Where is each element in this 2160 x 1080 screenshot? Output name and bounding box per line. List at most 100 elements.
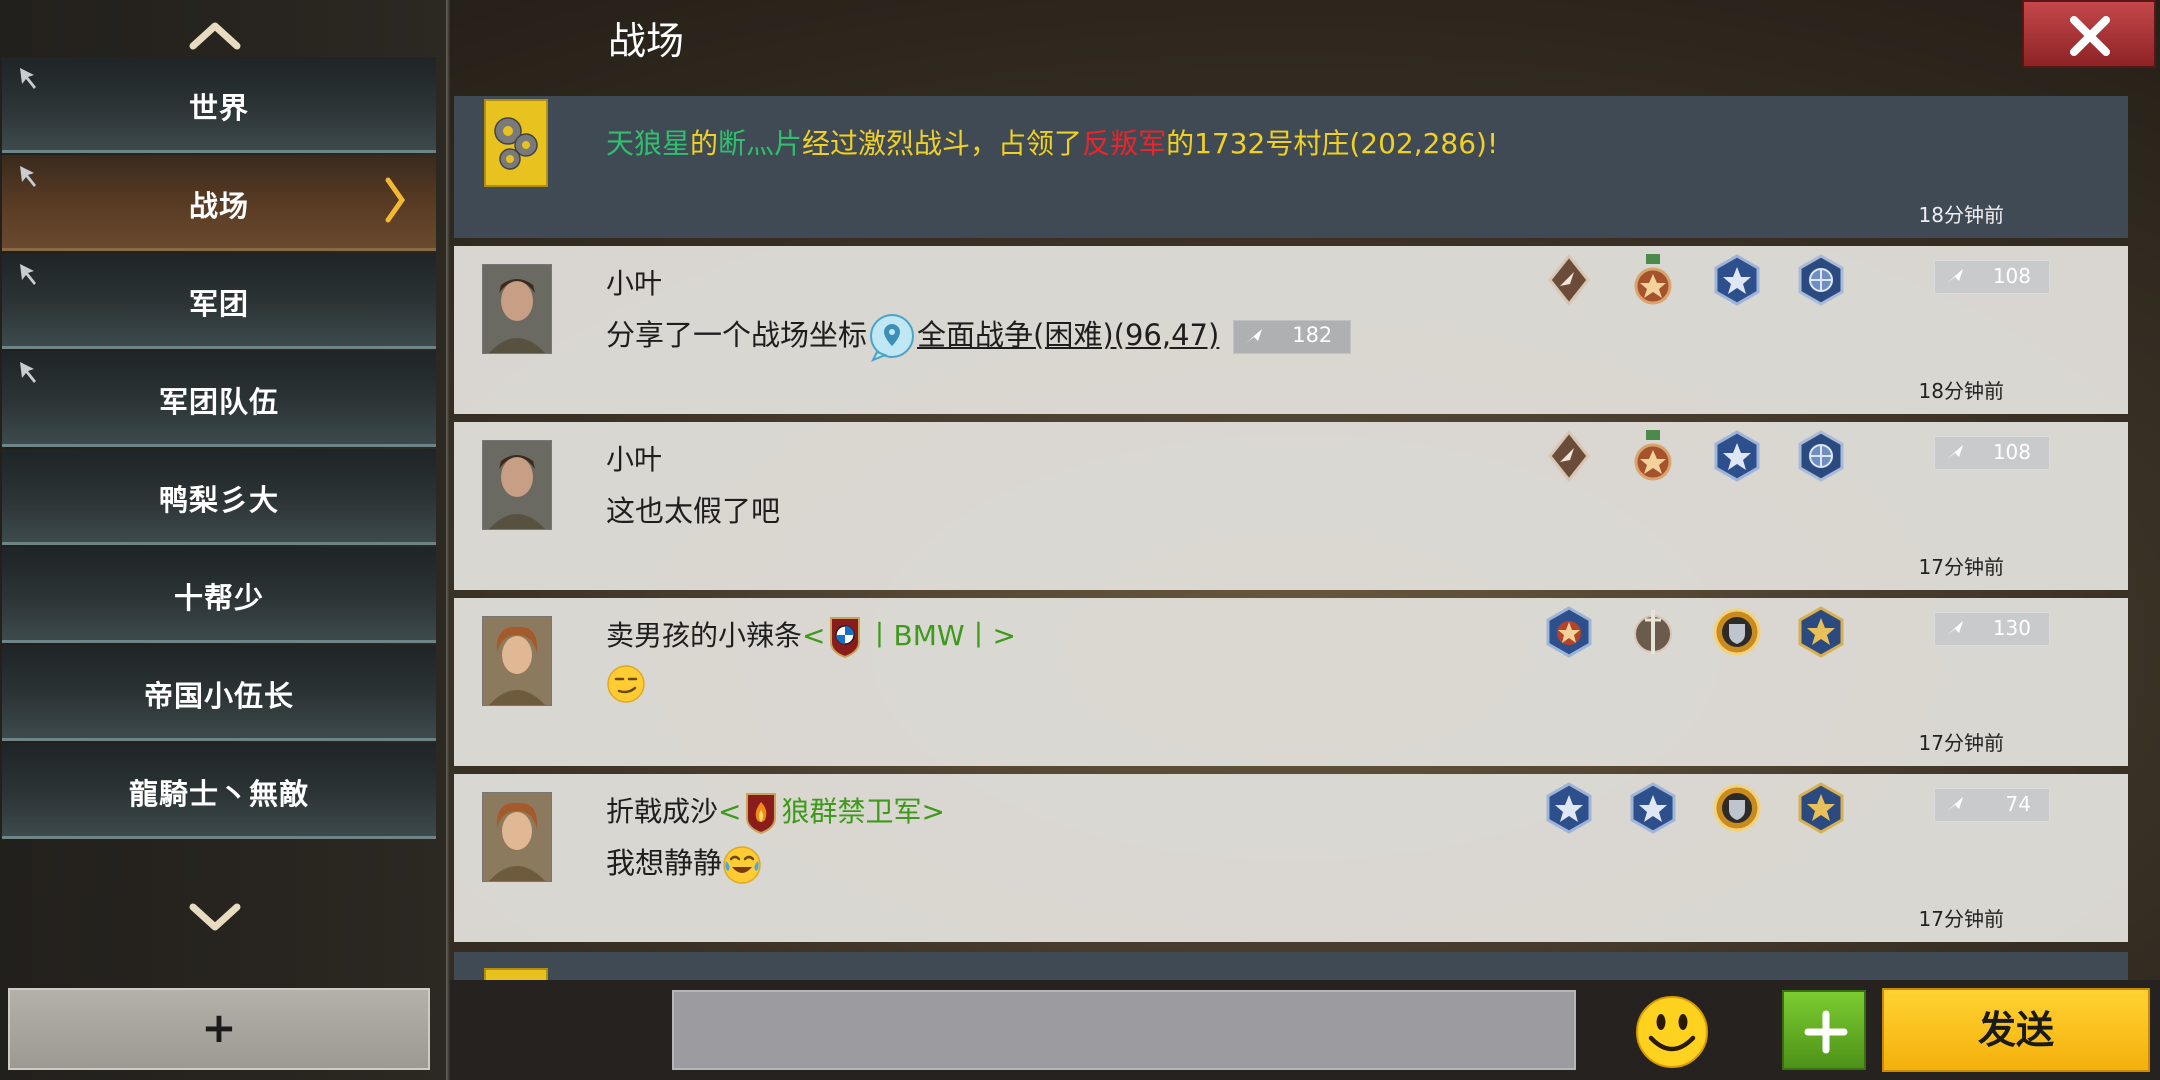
sender-name[interactable]: 折戟成沙< 狼群禁卫军>: [606, 790, 945, 834]
message-list[interactable]: 天狼星的断灬片经过激烈战斗，占领了反叛军的1732号村庄(202,286)! 1…: [454, 96, 2128, 974]
alliance-shield-icon: [746, 793, 777, 834]
system-message-text: 天狼星的断灬片经过激烈战斗，占领了反叛军的1732号村庄(202,286)!: [606, 122, 1498, 162]
channel-label: 世界: [188, 91, 249, 125]
more-options-button[interactable]: [1782, 990, 1866, 1070]
system-message-partial: [454, 952, 2128, 988]
chat-input[interactable]: [672, 990, 1576, 1070]
bronze-star-medal-icon[interactable]: [1628, 254, 1678, 306]
channel-label: 军团队伍: [158, 385, 279, 419]
gold-eagle-medal-icon[interactable]: [1796, 606, 1846, 658]
blue-eagle-medal-icon[interactable]: [1796, 254, 1846, 306]
rank-arrow-icon: [1947, 445, 1963, 459]
emoji-button[interactable]: [1634, 994, 1710, 1070]
alliance-name[interactable]: 丨BMW丨>: [865, 619, 1016, 652]
scroll-up-chevron-icon[interactable]: [189, 20, 241, 50]
timestamp: 18分钟前: [1918, 379, 2004, 403]
medal-row: [1544, 606, 1874, 662]
diamond-rank-medal-icon[interactable]: [1544, 430, 1594, 482]
gold-shield-medal-icon[interactable]: [1712, 782, 1762, 834]
alliance-shield-icon: [830, 617, 861, 658]
text-fragment: 经过激烈战斗，占领了: [802, 127, 1083, 160]
gold-eagle-medal-icon[interactable]: [1796, 782, 1846, 834]
send-button[interactable]: 发送: [1882, 988, 2150, 1072]
player-name[interactable]: 断灬片: [718, 127, 802, 160]
timestamp: 18分钟前: [1918, 203, 2004, 227]
channel-legion[interactable]: 军团: [2, 253, 436, 349]
power-badge: 108: [1934, 260, 2050, 294]
channel-label: 十帮少: [173, 581, 264, 615]
rank-arrow-icon: [1947, 621, 1963, 635]
player-name[interactable]: 天狼星: [606, 127, 690, 160]
smiley-icon: [1636, 996, 1708, 1068]
timestamp: 17分钟前: [1918, 555, 2004, 579]
sender-name[interactable]: 卖男孩的小辣条< 丨BMW丨>: [606, 614, 1016, 658]
sender-name[interactable]: 小叶: [606, 438, 662, 478]
channel-list: 世界 战场 军团 军团队伍 鸭梨彡大 十帮少 帝国小伍长 龍騎士丶無敵: [2, 57, 436, 841]
channel-world[interactable]: 世界: [2, 57, 436, 153]
message-body: 分享了一个战场坐标: [606, 318, 868, 352]
alliance-name[interactable]: 狼群禁卫军>: [781, 795, 944, 828]
close-icon: [2070, 16, 2110, 56]
tears-of-joy-emoji-icon: [723, 846, 761, 884]
channel-private-4[interactable]: 龍騎士丶無敵: [2, 743, 436, 839]
smirk-emoji-icon: [607, 665, 645, 703]
faction-name: 反叛军: [1082, 127, 1167, 160]
diamond-rank-medal-icon[interactable]: [1544, 254, 1594, 306]
timestamp: 17分钟前: [1918, 907, 2004, 931]
sender-name-text: 折戟成沙: [606, 795, 719, 828]
channel-label: 帝国小伍长: [143, 679, 294, 713]
blue-eagle-medal-icon[interactable]: [1796, 430, 1846, 482]
chat-message: 卖男孩的小辣条< 丨BMW丨> 130 17分钟前: [454, 598, 2128, 766]
rank-arrow-icon: [1246, 329, 1263, 343]
message-body: 我想静静: [606, 846, 723, 880]
message-text: [606, 664, 646, 704]
blue-star-medal-icon[interactable]: [1712, 430, 1762, 482]
blue-star-medal-icon[interactable]: [1712, 254, 1762, 306]
system-message: 天狼星的断灬片经过激烈战斗，占领了反叛军的1732号村庄(202,286)! 1…: [454, 96, 2128, 238]
channel-sidebar: 世界 战场 军团 军团队伍 鸭梨彡大 十帮少 帝国小伍长 龍騎士丶無敵 +: [0, 0, 446, 1080]
message-text: 这也太假了吧: [606, 494, 781, 528]
chat-message: 小叶 分享了一个战场坐标 全面战争(困难)(96,47) 182 108 18分钟前: [454, 246, 2128, 414]
text-fragment: 的1732号村庄(202,286)!: [1166, 127, 1499, 160]
sender-name[interactable]: 小叶: [606, 262, 662, 302]
power-badge: 130: [1934, 612, 2050, 646]
close-button[interactable]: [2022, 0, 2156, 68]
text-fragment: 的: [690, 127, 719, 160]
chat-message: 小叶 这也太假了吧 108 17分钟前: [454, 422, 2128, 590]
power-chip: 182: [1233, 320, 1352, 354]
channel-label: 军团: [188, 287, 249, 321]
channel-private-3[interactable]: 帝国小伍长: [2, 645, 436, 741]
channel-private-2[interactable]: 十帮少: [2, 547, 436, 643]
message-text: 分享了一个战场坐标 全面战争(困难)(96,47) 182: [606, 312, 1352, 362]
blue-star-medal-icon[interactable]: [1544, 606, 1594, 658]
sidebar-divider: [446, 0, 450, 1080]
bronze-star-medal-icon[interactable]: [1628, 430, 1678, 482]
power-value: 130: [1992, 616, 2031, 640]
channel-private-1[interactable]: 鸭梨彡大: [2, 449, 436, 545]
add-channel-button[interactable]: +: [8, 988, 430, 1070]
avatar[interactable]: [482, 440, 552, 530]
channel-label: 鸭梨彡大: [158, 483, 279, 517]
power-value: 108: [1992, 440, 2031, 464]
gold-shield-medal-icon[interactable]: [1712, 606, 1762, 658]
blue-star-medal-icon[interactable]: [1544, 782, 1594, 834]
avatar[interactable]: [482, 616, 552, 706]
gears-icon: [484, 99, 548, 187]
avatar[interactable]: [482, 792, 552, 882]
alliance-bracket: <: [718, 795, 742, 828]
rank-arrow-icon: [1947, 269, 1963, 283]
power-badge: 108: [1934, 436, 2050, 470]
scroll-down-chevron-icon[interactable]: [189, 903, 241, 933]
timestamp: 17分钟前: [1918, 731, 2004, 755]
medal-row: [1544, 430, 1874, 486]
channel-battlefield[interactable]: 战场: [2, 155, 436, 251]
avatar[interactable]: [482, 264, 552, 354]
medal-row: [1544, 782, 1874, 838]
page-title: 战场: [608, 19, 685, 63]
blue-star-medal-icon[interactable]: [1628, 782, 1678, 834]
battlefield-coordinate-link[interactable]: 全面战争(困难)(96,47): [917, 318, 1219, 352]
sword-medal-icon[interactable]: [1628, 606, 1678, 658]
header: 战场: [450, 0, 2160, 70]
channel-legion-team[interactable]: 军团队伍: [2, 351, 436, 447]
plus-icon: [1804, 1010, 1848, 1054]
